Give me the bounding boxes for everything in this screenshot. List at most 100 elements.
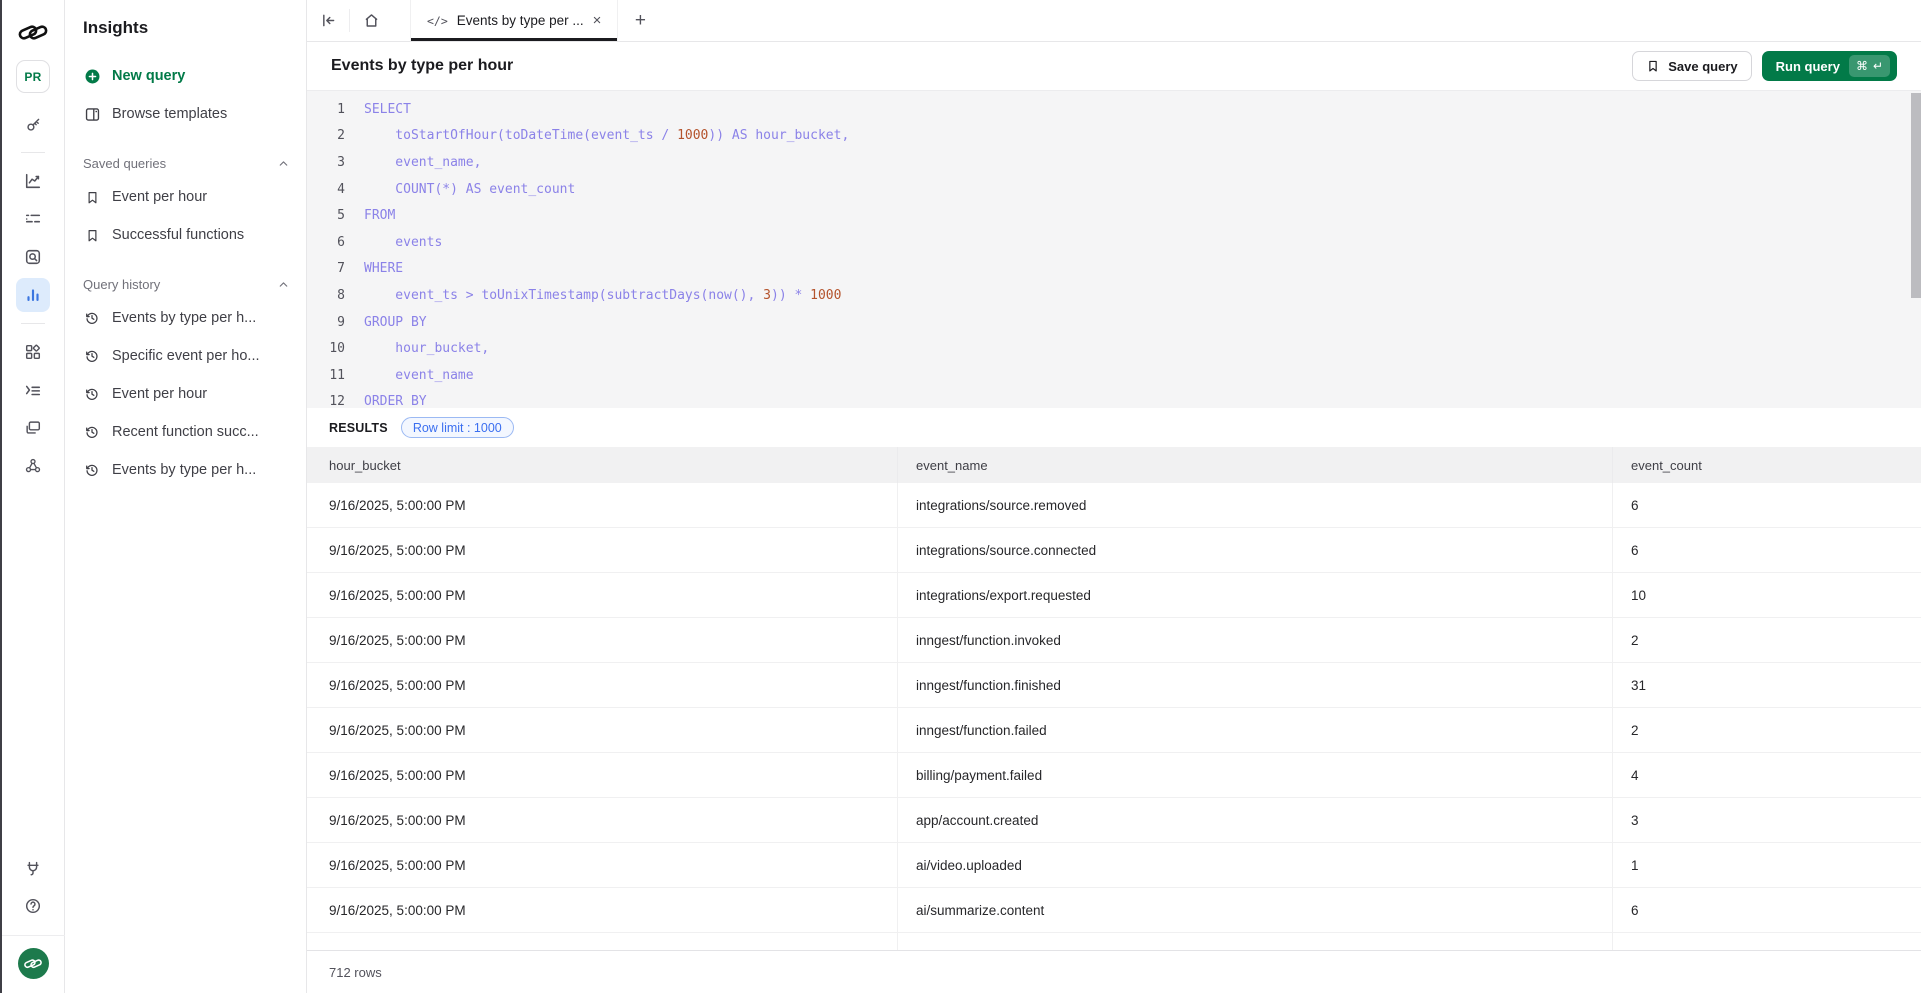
line-number: 10 [327, 341, 345, 356]
workspace-badge-pr[interactable]: PR [16, 60, 50, 93]
table-row: 9/16/2025, 5:00:00 PM integrations/sourc… [307, 483, 1921, 528]
cell-event-count: 31 [1612, 663, 1921, 707]
line-number: 7 [327, 261, 345, 276]
rail-divider [21, 152, 45, 153]
tab-events-by-type[interactable]: </> Events by type per ... × [410, 0, 618, 41]
code-line: 2 toStartOfHour(toDateTime(event_ts / 10… [327, 123, 1901, 150]
doc-search-icon[interactable] [16, 240, 50, 274]
cell-event-count: 1 [1612, 843, 1921, 887]
table-row: 9/16/2025, 5:00:00 PM billing/payment.fa… [307, 753, 1921, 798]
save-query-button[interactable]: Save query [1632, 51, 1751, 81]
inngest-avatar[interactable] [18, 948, 49, 979]
browse-templates-button[interactable]: Browse templates [83, 102, 292, 126]
code-line: 10 hour_bucket, [327, 335, 1901, 362]
close-tab-icon[interactable]: × [593, 13, 602, 28]
section-label: Query history [83, 277, 160, 292]
code-text: FROM [364, 208, 395, 223]
code-text: COUNT(*) AS event_count [364, 182, 575, 197]
new-query-button[interactable]: New query [83, 64, 292, 88]
code-line: 8 event_ts > toUnixTimestamp(subtractDay… [327, 282, 1901, 309]
apps-grid-icon[interactable] [16, 335, 50, 369]
results-table-header: hour_bucket event_name event_count [307, 447, 1921, 483]
row-count: 712 rows [329, 965, 382, 980]
key-icon[interactable] [16, 107, 50, 141]
windows-copy-icon[interactable] [16, 411, 50, 445]
main-panel: </> Events by type per ... × + Events by… [307, 0, 1921, 993]
cell-event-count: 2 [1612, 618, 1921, 662]
cell-hour-bucket: 9/16/2025, 5:00:00 PM [307, 888, 897, 932]
query-title: Events by type per hour [331, 57, 513, 75]
bookmark-icon [83, 188, 101, 206]
steps-list-icon[interactable] [16, 202, 50, 236]
saved-query-item[interactable]: Event per hour [83, 185, 292, 209]
cell-hour-bucket: 9/16/2025, 5:00:00 PM [307, 798, 897, 842]
keyboard-shortcut-badge: ⌘ ↵ [1849, 55, 1890, 77]
code-line: 1 SELECT [327, 96, 1901, 123]
results-table-body: 9/16/2025, 5:00:00 PM integrations/sourc… [307, 483, 1921, 950]
saved-query-label: Event per hour [112, 189, 207, 205]
history-icon [83, 385, 101, 403]
code-line: 9 GROUP BY [327, 309, 1901, 336]
cell-event-count: 3 [1612, 798, 1921, 842]
results-bar: RESULTS Row limit : 1000 [307, 408, 1921, 447]
code-line: 12 ORDER BY [327, 389, 1901, 408]
history-query-item[interactable]: Specific event per ho... [83, 344, 292, 368]
saved-query-item[interactable]: Successful functions [83, 223, 292, 247]
history-query-item[interactable]: Events by type per h... [83, 306, 292, 330]
history-query-label: Event per hour [112, 386, 207, 402]
terminal-icon[interactable] [16, 373, 50, 407]
row-limit-badge[interactable]: Row limit : 1000 [401, 417, 514, 438]
cell-event-name: billing/payment.failed [897, 753, 1612, 797]
saved-queries-section-header[interactable]: Saved queries [83, 154, 292, 172]
cell-hour-bucket: 9/16/2025, 5:00:00 PM [307, 573, 897, 617]
cell-event-count: 2 [1612, 708, 1921, 752]
history-query-item[interactable]: Recent function succ... [83, 420, 292, 444]
code-line: 7 WHERE [327, 256, 1901, 283]
code-text: event_name, [364, 155, 481, 170]
history-query-item[interactable]: Events by type per h... [83, 458, 292, 482]
table-row: 9/16/2025, 5:00:00 PM inngest/function.i… [307, 618, 1921, 663]
line-number: 4 [327, 182, 345, 197]
tab-label: Events by type per ... [457, 13, 584, 28]
table-row: 9/16/2025, 5:00:00 PM inngest/function.f… [307, 663, 1921, 708]
cell-event-name: inngest/function.finished [897, 663, 1612, 707]
sql-editor[interactable]: 1 SELECT 2 toStartOfHour(toDateTime(even… [307, 90, 1921, 408]
plug-icon[interactable] [16, 851, 50, 885]
code-text: GROUP BY [364, 315, 427, 330]
cell-event-name: ai/summarize.content [897, 888, 1612, 932]
templates-icon [83, 105, 101, 123]
table-row: 9/16/2025, 5:00:00 PM integrations/expor… [307, 573, 1921, 618]
line-number: 2 [327, 128, 345, 143]
run-query-button[interactable]: Run query ⌘ ↵ [1762, 51, 1897, 81]
share-nodes-icon[interactable] [16, 449, 50, 483]
history-icon [83, 309, 101, 327]
line-number: 6 [327, 235, 345, 250]
table-row: 9/16/2025, 5:00:00 PM app/account.create… [307, 798, 1921, 843]
cell-event-name: integrations/source.connected [897, 528, 1612, 572]
cell-event-count: 6 [1612, 888, 1921, 932]
line-chart-icon[interactable] [16, 164, 50, 198]
code-line: 4 COUNT(*) AS event_count [327, 176, 1901, 203]
editor-scrollbar[interactable] [1911, 93, 1921, 298]
collapse-sidebar-icon[interactable] [307, 0, 349, 41]
code-line: 5 FROM [327, 202, 1901, 229]
results-label: RESULTS [329, 421, 388, 435]
column-header-event-name: event_name [897, 447, 1612, 483]
line-number: 1 [327, 102, 345, 117]
home-icon[interactable] [350, 0, 392, 41]
tab-bar: </> Events by type per ... × + [307, 0, 1921, 42]
history-icon [83, 461, 101, 479]
code-text: toStartOfHour(toDateTime(event_ts / 1000… [364, 128, 849, 143]
column-header-event-count: event_count [1612, 447, 1921, 483]
browse-templates-label: Browse templates [112, 106, 227, 122]
query-history-section-header[interactable]: Query history [83, 275, 292, 293]
insights-bar-chart-icon[interactable] [16, 278, 50, 312]
new-tab-icon[interactable]: + [618, 0, 662, 41]
code-text: event_ts > toUnixTimestamp(subtractDays(… [364, 288, 841, 303]
history-query-item[interactable]: Event per hour [83, 382, 292, 406]
cell-event-name: integrations/export.requested [897, 573, 1612, 617]
help-icon[interactable] [16, 889, 50, 923]
code-line: 3 event_name, [327, 149, 1901, 176]
bookmark-icon [83, 226, 101, 244]
chevron-up-icon [274, 154, 292, 172]
